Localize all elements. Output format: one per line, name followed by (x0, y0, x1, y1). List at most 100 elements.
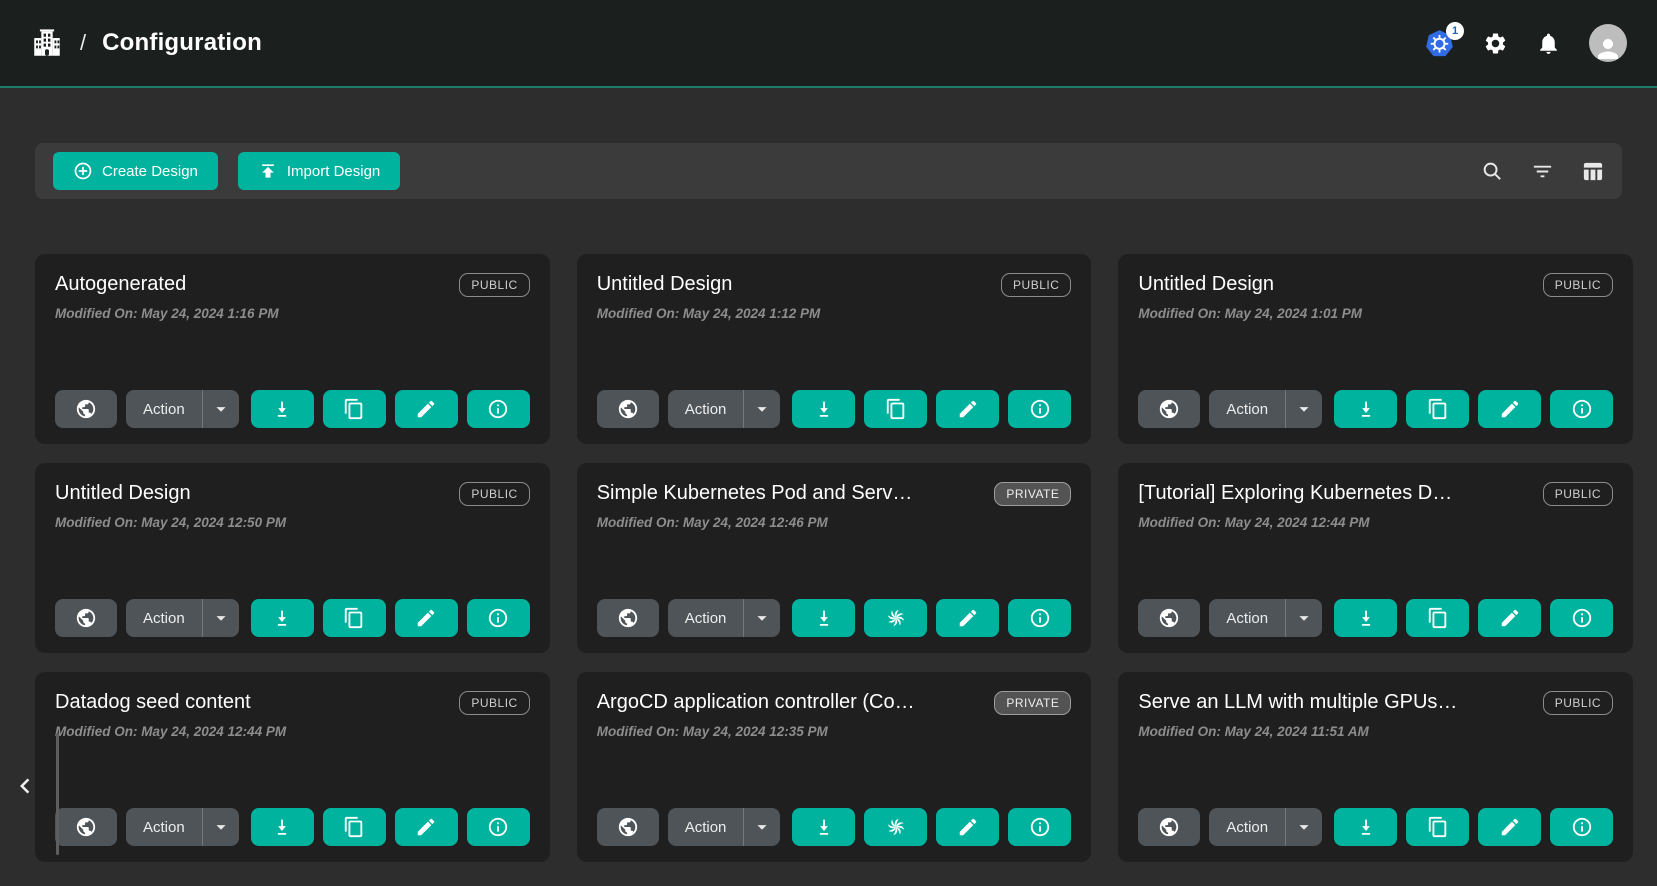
copy-icon (1427, 398, 1449, 420)
action-dropdown-toggle[interactable] (744, 599, 780, 637)
edit-button[interactable] (1478, 599, 1541, 637)
visibility-globe-button[interactable] (597, 599, 659, 637)
download-button[interactable] (251, 390, 314, 428)
clone-button[interactable] (323, 599, 386, 637)
visibility-globe-button[interactable] (55, 599, 117, 637)
info-button[interactable] (467, 390, 530, 428)
visibility-globe-button[interactable] (597, 390, 659, 428)
kubernetes-context-button[interactable]: 1 (1424, 28, 1455, 59)
edit-button[interactable] (395, 599, 458, 637)
info-button[interactable] (467, 599, 530, 637)
visibility-globe-button[interactable] (1138, 599, 1200, 637)
download-button[interactable] (792, 390, 855, 428)
action-split-button: Action (668, 599, 781, 637)
modified-date: Modified On: May 24, 2024 12:44 PM (1138, 515, 1613, 530)
edit-button[interactable] (395, 390, 458, 428)
info-button[interactable] (1008, 808, 1071, 846)
edit-button[interactable] (395, 808, 458, 846)
chevron-down-icon (1293, 607, 1315, 629)
clone-button[interactable] (864, 599, 927, 637)
action-dropdown-toggle[interactable] (1286, 599, 1322, 637)
visibility-globe-button[interactable] (55, 390, 117, 428)
create-design-label: Create Design (102, 163, 198, 180)
action-button[interactable]: Action (126, 390, 202, 428)
edit-button[interactable] (936, 390, 999, 428)
download-button[interactable] (1334, 599, 1397, 637)
visibility-globe-button[interactable] (55, 808, 117, 846)
filter-button[interactable] (1531, 160, 1554, 183)
chevron-down-icon (1293, 816, 1315, 838)
design-title: Untitled Design (597, 271, 733, 296)
download-icon (271, 816, 293, 838)
design-card: Autogenerated PUBLIC Modified On: May 24… (35, 254, 550, 444)
grid-view-button[interactable] (1581, 160, 1604, 183)
info-button[interactable] (467, 808, 530, 846)
drawer-collapse-button[interactable] (10, 771, 40, 801)
download-icon (271, 607, 293, 629)
action-button[interactable]: Action (1209, 599, 1285, 637)
info-button[interactable] (1550, 390, 1613, 428)
action-button[interactable]: Action (668, 599, 744, 637)
notifications-button[interactable] (1536, 31, 1561, 56)
modified-date: Modified On: May 24, 2024 1:12 PM (597, 306, 1072, 321)
info-button[interactable] (1008, 599, 1071, 637)
search-button[interactable] (1481, 160, 1504, 183)
download-button[interactable] (251, 808, 314, 846)
visibility-badge: PRIVATE (994, 691, 1071, 715)
clone-button[interactable] (1406, 599, 1469, 637)
clone-button[interactable] (323, 808, 386, 846)
action-dropdown-toggle[interactable] (203, 390, 239, 428)
visibility-badge: PUBLIC (1543, 482, 1613, 506)
action-dropdown-toggle[interactable] (1286, 808, 1322, 846)
clone-button[interactable] (864, 390, 927, 428)
toolbar-view-controls (1481, 160, 1604, 183)
edit-button[interactable] (1478, 808, 1541, 846)
upload-icon (258, 161, 278, 181)
visibility-globe-button[interactable] (1138, 808, 1200, 846)
edit-button[interactable] (1478, 390, 1541, 428)
action-dropdown-toggle[interactable] (203, 599, 239, 637)
chevron-down-icon (210, 398, 232, 420)
clone-button[interactable] (323, 390, 386, 428)
edit-button[interactable] (936, 808, 999, 846)
info-button[interactable] (1550, 599, 1613, 637)
page-title: Configuration (102, 29, 262, 57)
info-button[interactable] (1550, 808, 1613, 846)
card-action-bar: Action (1138, 808, 1613, 846)
action-button[interactable]: Action (126, 808, 202, 846)
download-button[interactable] (251, 599, 314, 637)
pencil-icon (415, 607, 437, 629)
clone-button[interactable] (864, 808, 927, 846)
import-design-button[interactable]: Import Design (238, 152, 400, 190)
download-icon (813, 398, 835, 420)
avatar[interactable] (1589, 24, 1627, 62)
action-button[interactable]: Action (1209, 808, 1285, 846)
download-button[interactable] (1334, 808, 1397, 846)
edit-button[interactable] (936, 599, 999, 637)
action-dropdown-toggle[interactable] (1286, 390, 1322, 428)
design-title: Serve an LLM with multiple GPUs… (1138, 689, 1457, 714)
card-action-bar: Action (597, 808, 1072, 846)
create-design-button[interactable]: Create Design (53, 152, 218, 190)
action-dropdown-toggle[interactable] (744, 808, 780, 846)
visibility-globe-button[interactable] (1138, 390, 1200, 428)
action-dropdown-toggle[interactable] (744, 390, 780, 428)
info-icon (1029, 607, 1051, 629)
action-button[interactable]: Action (668, 808, 744, 846)
action-split-button: Action (126, 599, 239, 637)
clone-button[interactable] (1406, 390, 1469, 428)
building-icon[interactable] (30, 26, 64, 60)
settings-button[interactable] (1483, 31, 1508, 56)
action-button[interactable]: Action (126, 599, 202, 637)
download-button[interactable] (1334, 390, 1397, 428)
action-button[interactable]: Action (1209, 390, 1285, 428)
design-title: Untitled Design (1138, 271, 1274, 296)
visibility-globe-button[interactable] (597, 808, 659, 846)
download-button[interactable] (792, 599, 855, 637)
action-button[interactable]: Action (668, 390, 744, 428)
download-button[interactable] (792, 808, 855, 846)
clone-button[interactable] (1406, 808, 1469, 846)
action-dropdown-toggle[interactable] (203, 808, 239, 846)
person-icon (1593, 34, 1623, 62)
info-button[interactable] (1008, 390, 1071, 428)
